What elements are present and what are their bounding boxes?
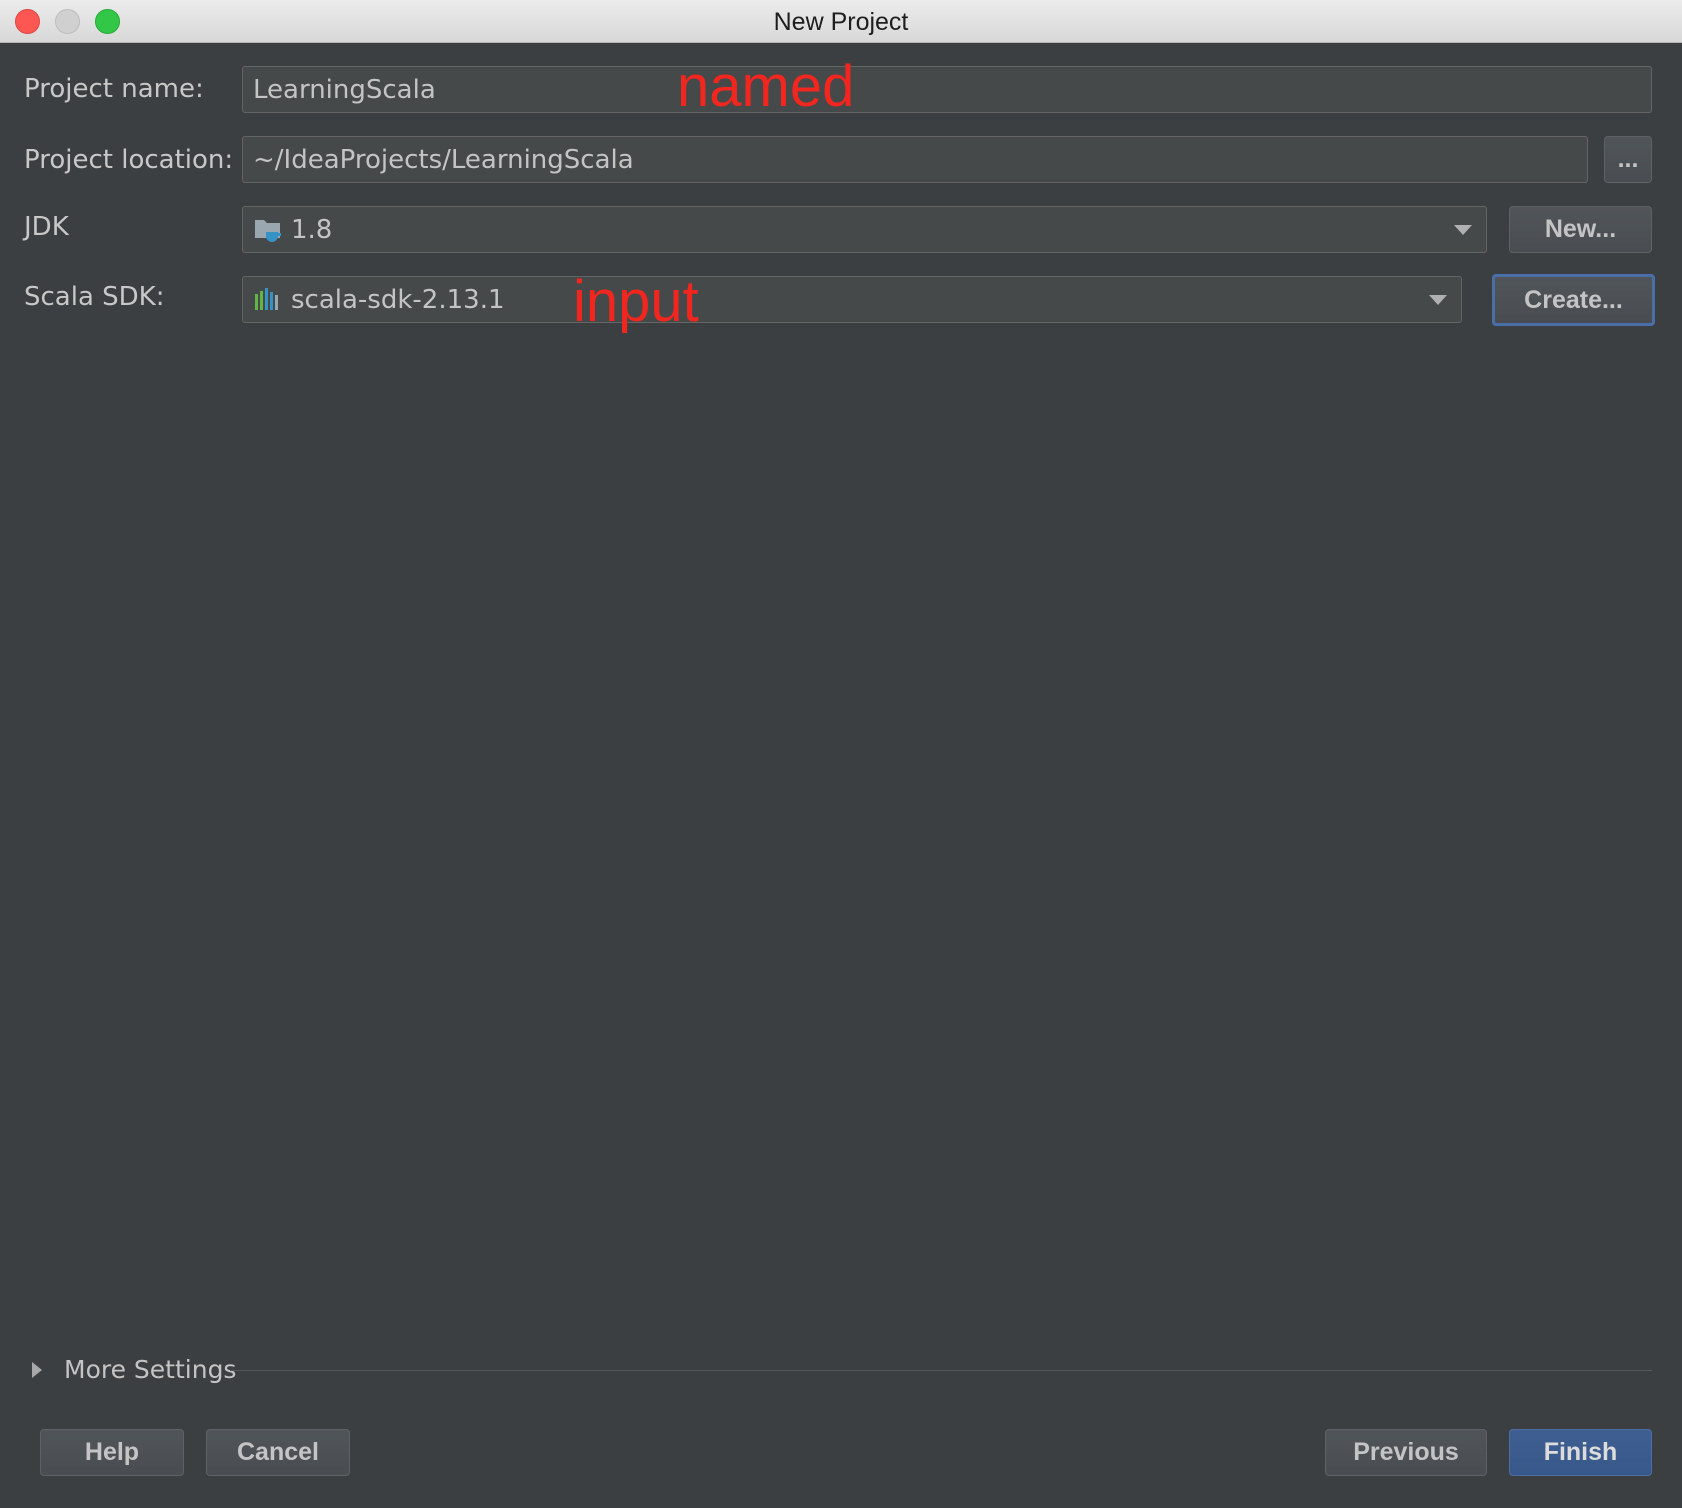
project-name-label: Project name: bbox=[24, 74, 204, 104]
project-location-input[interactable]: ~/IdeaProjects/LearningScala bbox=[242, 136, 1588, 183]
jdk-value: 1.8 bbox=[291, 214, 333, 245]
project-location-value: ~/IdeaProjects/LearningScala bbox=[253, 144, 634, 175]
finish-button[interactable]: Finish bbox=[1509, 1429, 1652, 1476]
more-settings-label: More Settings bbox=[64, 1355, 237, 1384]
create-sdk-button[interactable]: Create... bbox=[1492, 274, 1655, 326]
annotation-named: named bbox=[677, 54, 855, 119]
jdk-folder-icon bbox=[253, 216, 283, 244]
annotation-input: input bbox=[573, 269, 699, 334]
project-name-input[interactable]: LearningScala bbox=[242, 66, 1652, 113]
browse-location-button[interactable]: ... bbox=[1604, 136, 1652, 183]
jdk-label: JDK bbox=[24, 212, 69, 242]
disclosure-triangle-icon bbox=[32, 1361, 42, 1378]
divider bbox=[230, 1370, 1652, 1371]
title-bar: New Project bbox=[0, 0, 1682, 43]
window-title: New Project bbox=[773, 8, 909, 36]
chevron-down-icon bbox=[1454, 225, 1472, 235]
more-settings-toggle[interactable]: More Settings bbox=[32, 1355, 236, 1384]
chevron-down-icon bbox=[1429, 295, 1447, 305]
library-icon bbox=[253, 286, 283, 314]
project-location-label: Project location: bbox=[24, 145, 234, 175]
previous-button[interactable]: Previous bbox=[1325, 1429, 1487, 1476]
scala-sdk-label: Scala SDK: bbox=[24, 282, 165, 312]
scala-sdk-value: scala-sdk-2.13.1 bbox=[291, 284, 505, 315]
cancel-button[interactable]: Cancel bbox=[206, 1429, 350, 1476]
jdk-select[interactable]: 1.8 bbox=[242, 206, 1487, 253]
project-name-value: LearningScala bbox=[253, 74, 436, 105]
scala-sdk-select[interactable]: scala-sdk-2.13.1 bbox=[242, 276, 1462, 323]
help-button[interactable]: Help bbox=[40, 1429, 184, 1476]
new-jdk-button[interactable]: New... bbox=[1509, 206, 1652, 253]
